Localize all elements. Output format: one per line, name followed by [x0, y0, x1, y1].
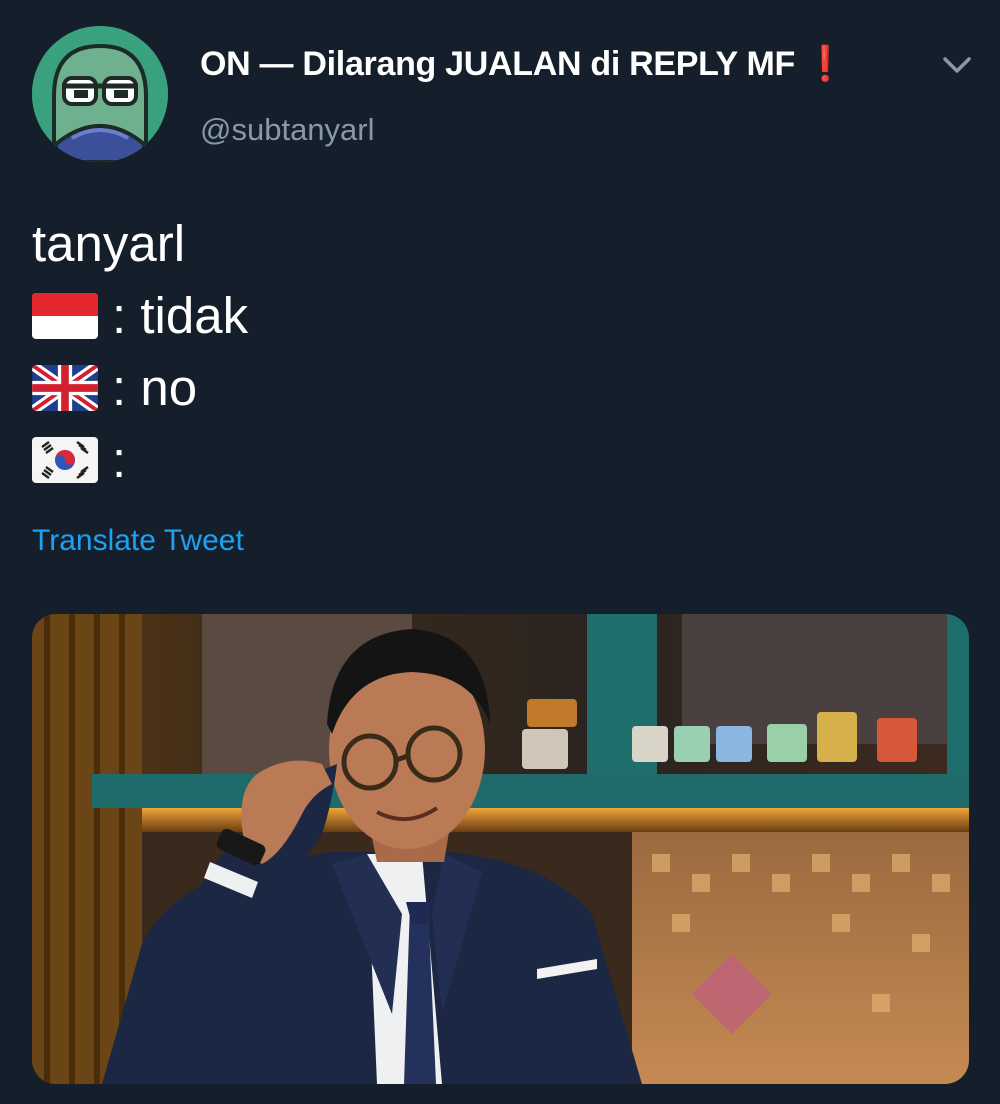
tweet-line-text: : [112, 431, 127, 488]
tweet-media-photo[interactable] [32, 614, 969, 1084]
tweet-line-text: tanyarl [32, 215, 186, 272]
man-in-navy-suit-photo [32, 614, 969, 1084]
south-korea-flag-icon [32, 437, 98, 483]
tweet-text: tanyarl : tidak : no: [32, 208, 248, 496]
tweet-line-title: tanyarl [32, 208, 248, 280]
author-display-name[interactable]: ON — Dilarang JUALAN di REPLY MF ❗ [200, 44, 846, 84]
uk-flag-icon [32, 365, 98, 411]
green-cartoon-face-avatar-icon [32, 26, 168, 162]
author-handle[interactable]: @subtanyarl [200, 112, 375, 148]
chevron-down-icon[interactable] [940, 52, 974, 78]
exclamation-icon: ❗ [804, 45, 847, 83]
translate-tweet-link[interactable]: Translate Tweet [32, 524, 244, 558]
display-name-text: ON — Dilarang JUALAN di REPLY MF [200, 45, 795, 83]
tweet-line-text: : no [112, 359, 198, 416]
tweet-line-indonesia: : tidak [32, 280, 248, 352]
tweet-line-uk: : no [32, 352, 248, 424]
author-avatar[interactable] [32, 26, 168, 162]
indonesia-flag-icon [32, 293, 98, 339]
tweet-line-korea: : [32, 424, 248, 496]
tweet-line-text: : tidak [112, 287, 249, 344]
